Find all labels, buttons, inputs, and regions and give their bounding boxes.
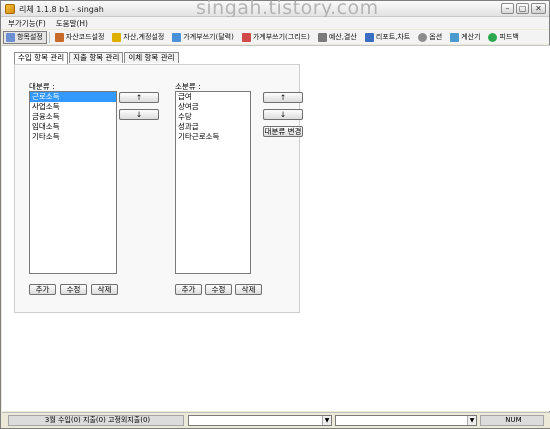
num-lock-indicator: NUM (480, 415, 544, 426)
app-icon (5, 4, 15, 14)
menu-help[interactable]: 도움말(H) (56, 18, 88, 29)
toolbar-item-account[interactable]: 자산,계정설정 (109, 31, 168, 44)
minor-edit-button[interactable]: 수정 (205, 284, 232, 295)
minimize-icon: – (505, 4, 510, 13)
toolbar-item-feedback[interactable]: 피드백 (485, 31, 522, 44)
minor-move-down-button[interactable]: ↓ (263, 109, 303, 120)
status-bar: 3월 수입(0) 지출(0) 고정외지출(0) ▼ ▼ NUM (2, 412, 550, 428)
toolbar-separator (48, 31, 50, 43)
major-edit-button[interactable]: 수정 (60, 284, 87, 295)
calendar-icon (172, 32, 182, 42)
major-move-up-button[interactable]: ↑ (119, 92, 159, 103)
chevron-down-icon: ▼ (322, 416, 331, 425)
toolbar-label: 자산,계정설정 (123, 33, 165, 41)
tab-expense[interactable]: 지출 항목 관리 (69, 52, 124, 63)
chart-icon (364, 32, 374, 42)
maximize-button[interactable]: ▢ (516, 3, 529, 14)
feedback-icon (488, 32, 498, 42)
list-item[interactable]: 근로소득 (30, 92, 116, 102)
toolbar-item-calendar[interactable]: 가계부쓰기(달력) (169, 31, 238, 44)
major-move-down-button[interactable]: ↓ (119, 109, 159, 120)
tab-income[interactable]: 수입 항목 관리 (14, 52, 69, 64)
toolbar-item-options[interactable]: 옵션 (415, 31, 446, 44)
list-item[interactable]: 급여 (176, 92, 250, 102)
list-item[interactable]: 임대소득 (30, 122, 116, 132)
window-title: 리체 1.1.8 b1 - singah (19, 5, 104, 14)
chevron-down-icon: ▼ (467, 416, 476, 425)
minor-category-list[interactable]: 급여 상여금 수당 성과급 기타근로소득 (175, 91, 251, 274)
list-item[interactable]: 기타소득 (30, 132, 116, 142)
toolbar-item-budget[interactable]: 예산,결산 (315, 31, 361, 44)
toolbar-item-settings[interactable]: 항목설정 (3, 30, 47, 44)
list-item[interactable]: 수당 (176, 112, 250, 122)
title-bar: 리체 1.1.8 b1 - singah singah.tistory.com … (1, 0, 549, 19)
app-window: 리체 1.1.8 b1 - singah singah.tistory.com … (0, 0, 550, 429)
toolbar-label: 피드백 (499, 33, 519, 41)
minor-delete-button[interactable]: 삭제 (235, 284, 262, 295)
major-delete-button[interactable]: 삭제 (91, 284, 118, 295)
main-content: 수입 항목 관리 지출 항목 관리 이체 항목 관리 대분류 : 근로소득 사업… (2, 45, 550, 411)
major-category-list[interactable]: 근로소득 사업소득 금융소득 임대소득 기타소득 (29, 91, 117, 274)
income-panel: 대분류 : 근로소득 사업소득 금융소득 임대소득 기타소득 ↑ ↓ 추가 수정… (14, 64, 303, 313)
grid-icon (241, 32, 251, 42)
minor-add-button[interactable]: 추가 (175, 284, 202, 295)
toolbar-item-grid[interactable]: 가계부쓰기(그리드) (239, 31, 314, 44)
maximize-icon: ▢ (518, 4, 527, 13)
toolbar-label: 옵션 (429, 33, 443, 41)
gear-icon (418, 32, 428, 42)
toolbar-label: 계산기 (461, 33, 481, 41)
toolbar-item-report[interactable]: 리포트,차트 (362, 31, 414, 44)
list-item[interactable]: 상여금 (176, 102, 250, 112)
menu-bar: 부가기능(F) 도움말(H) (1, 17, 549, 29)
toolbar-label: 리포트,차트 (375, 33, 411, 41)
toolbar-label: 가계부쓰기(달력) (183, 33, 234, 41)
toolbar-label: 예산,결산 (328, 33, 357, 41)
account-icon (112, 32, 122, 42)
toolbar-item-calculator[interactable]: 계산기 (447, 31, 484, 44)
settings-icon (6, 32, 15, 42)
major-add-button[interactable]: 추가 (29, 284, 56, 295)
close-button[interactable]: ✕ (531, 3, 546, 14)
list-item[interactable]: 기타근로소득 (176, 132, 250, 142)
list-item[interactable]: 성과급 (176, 122, 250, 132)
list-item[interactable]: 사업소득 (30, 102, 116, 112)
toolbar-item-asset-code[interactable]: 자산코드설정 (52, 31, 109, 44)
status-summary: 3월 수입(0) 지출(0) 고정외지출(0) (8, 415, 184, 426)
tab-strip: 수입 항목 관리 지출 항목 관리 이체 항목 관리 (14, 52, 180, 64)
status-combo-2[interactable]: ▼ (335, 415, 477, 426)
calculator-icon (450, 32, 460, 42)
tab-transfer[interactable]: 이체 항목 관리 (124, 52, 179, 63)
asset-code-icon (54, 32, 64, 42)
toolbar-label: 자산코드설정 (65, 33, 105, 41)
change-major-button[interactable]: 대분류 변경 (263, 126, 303, 137)
toolbar-label: 가계부쓰기(그리드) (252, 33, 310, 41)
status-combo-1[interactable]: ▼ (188, 415, 332, 426)
toolbar-label: 항목설정 (17, 33, 43, 41)
menu-addons[interactable]: 부가기능(F) (8, 18, 46, 29)
toolbar: 항목설정 자산코드설정 자산,계정설정 가계부쓰기(달력) 가계부쓰기(그리드)… (3, 30, 549, 44)
minor-move-up-button[interactable]: ↑ (263, 92, 303, 103)
list-item[interactable]: 금융소득 (30, 112, 116, 122)
budget-icon (317, 32, 327, 42)
close-icon: ✕ (535, 4, 542, 13)
minimize-button[interactable]: – (501, 3, 514, 14)
